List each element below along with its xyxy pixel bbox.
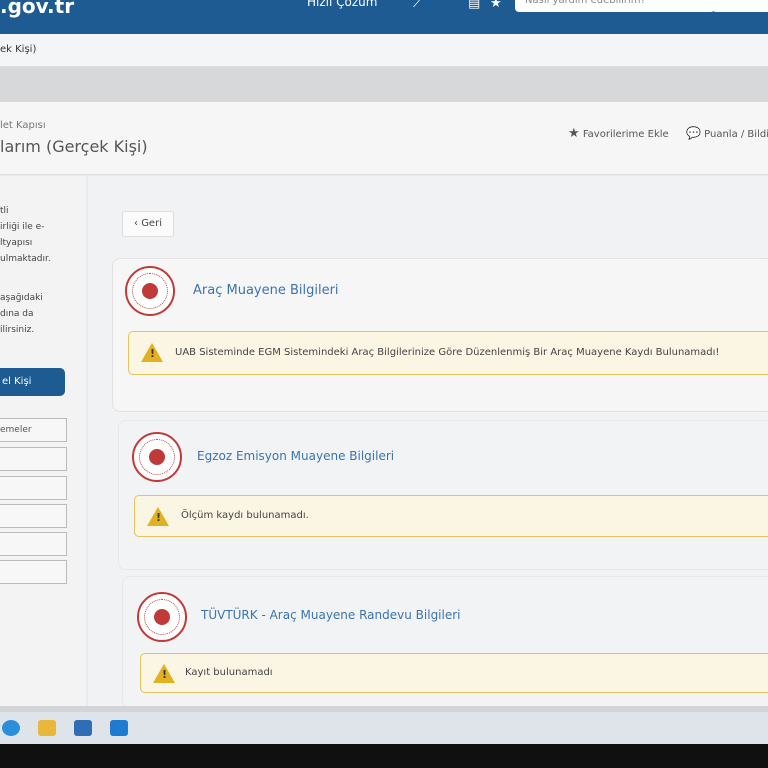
breadcrumb-bar: ek Kişi) bbox=[0, 34, 768, 67]
warning-alert: ! Ölçüm kaydı bulunamadı. bbox=[134, 495, 768, 537]
mail-icon[interactable] bbox=[110, 720, 128, 736]
back-button[interactable]: ‹ Geri bbox=[122, 211, 174, 237]
monitor-bezel bbox=[0, 744, 768, 768]
breadcrumb[interactable]: ek Kişi) bbox=[0, 44, 36, 55]
rate-label: Puanla / Bildir bbox=[704, 129, 768, 140]
ministry-seal-icon bbox=[125, 266, 175, 316]
sidebar-text-line: ilirsiniz. bbox=[0, 325, 35, 335]
favorites-label: Favorilerime Ekle bbox=[582, 129, 669, 140]
file-explorer-icon[interactable] bbox=[38, 720, 56, 736]
warning-icon: ! bbox=[147, 507, 169, 526]
sidebar-item[interactable] bbox=[0, 504, 67, 528]
alert-message: Kayıt bulunamadı bbox=[185, 667, 273, 678]
site-header: .gov.tr Hızlı Çözüm ⟋ ▤ ★ Nasıl yardım e… bbox=[0, 0, 768, 34]
sidebar-text-line: ulmaktadır. bbox=[0, 254, 51, 264]
warning-alert: ! UAB Sisteminde EGM Sistemindeki Araç B… bbox=[128, 331, 768, 375]
quick-solution-label: Hızlı Çözüm bbox=[307, 0, 378, 9]
sidebar-text-line: aşağıdaki bbox=[0, 293, 43, 303]
grey-band bbox=[0, 67, 768, 102]
sidebar-item-payments[interactable]: emeler bbox=[0, 418, 67, 442]
warning-icon: ! bbox=[153, 664, 175, 683]
list-icon[interactable]: ▤ bbox=[468, 0, 480, 11]
sidebar-text-line: tli bbox=[0, 206, 9, 216]
sidebar-item[interactable] bbox=[0, 560, 67, 584]
page-subtitle: let Kapısı bbox=[0, 120, 46, 131]
sidebar-item[interactable] bbox=[0, 532, 67, 556]
sidebar-description-2: aşağıdaki dına da ilirsiniz. bbox=[0, 290, 43, 338]
sidebar-item[interactable] bbox=[0, 447, 67, 471]
ministry-seal-icon bbox=[137, 592, 187, 642]
rate-button[interactable]: 💬 Puanla / Bildir bbox=[686, 126, 768, 140]
section-title[interactable]: TÜVTÜRK - Araç Muayene Randevu Bilgileri bbox=[201, 608, 461, 622]
sidebar-text-line: dına da bbox=[0, 309, 34, 319]
search-input[interactable]: Nasıl yardım edebilirim? bbox=[515, 0, 715, 12]
sidebar-person-button[interactable]: el Kişi bbox=[0, 368, 65, 396]
comment-icon: 💬 bbox=[686, 126, 701, 140]
section-title[interactable]: Egzoz Emisyon Muayene Bilgileri bbox=[197, 449, 394, 463]
section-title[interactable]: Araç Muayene Bilgileri bbox=[193, 283, 339, 298]
language-icon[interactable]: ⟋ bbox=[413, 0, 422, 11]
store-icon[interactable] bbox=[74, 720, 92, 736]
sidebar-text-line: irliği ile e- bbox=[0, 222, 45, 232]
favorites-button[interactable]: ★ Favorilerime Ekle bbox=[568, 126, 669, 141]
alert-message: UAB Sisteminde EGM Sistemindeki Araç Bil… bbox=[175, 347, 720, 358]
warning-icon: ! bbox=[141, 343, 163, 362]
sidebar-item[interactable] bbox=[0, 476, 67, 500]
logo[interactable]: .gov.tr bbox=[0, 0, 74, 18]
page-title: larım (Gerçek Kişi) bbox=[0, 137, 148, 156]
warning-alert: ! Kayıt bulunamadı bbox=[140, 653, 768, 693]
search-button[interactable] bbox=[712, 0, 768, 12]
back-label: Geri bbox=[141, 218, 162, 229]
sidebar-text-line: ltyapısı bbox=[0, 238, 33, 248]
chevron-left-icon: ‹ bbox=[134, 218, 138, 229]
alert-message: Ölçüm kaydı bulunamadı. bbox=[181, 510, 309, 521]
star-icon[interactable]: ★ bbox=[490, 0, 502, 11]
quick-solution-link[interactable]: Hızlı Çözüm bbox=[307, 0, 377, 9]
edge-browser-icon[interactable] bbox=[2, 720, 20, 736]
browser-screen: .gov.tr Hızlı Çözüm ⟋ ▤ ★ Nasıl yardım e… bbox=[0, 0, 768, 768]
ministry-seal-icon bbox=[132, 432, 182, 482]
star-icon: ★ bbox=[568, 126, 580, 141]
sidebar-description: tli irliği ile e- ltyapısı ulmaktadır. bbox=[0, 203, 51, 267]
